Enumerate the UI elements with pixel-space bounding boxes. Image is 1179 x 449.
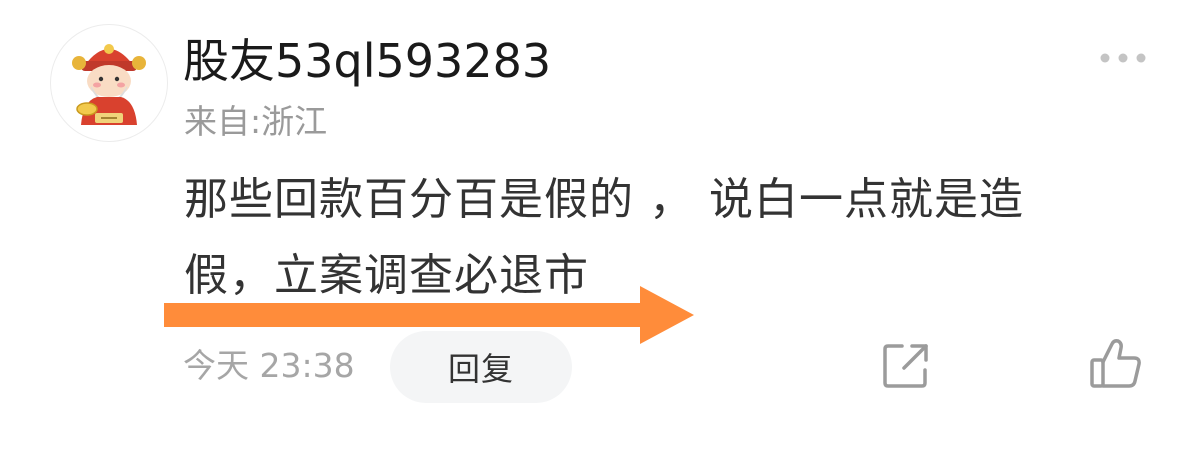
thumbs-up-icon[interactable] — [1088, 336, 1144, 392]
reply-button-label: 回复 — [447, 350, 514, 388]
more-dots-icon[interactable] — [1098, 48, 1148, 68]
avatar[interactable] — [50, 24, 168, 142]
reply-button[interactable]: 回复 — [390, 331, 572, 403]
author-name[interactable]: 股友53ql593283 — [183, 30, 551, 92]
comment-timestamp: 今天 23:38 — [183, 346, 355, 385]
share-icon[interactable] — [880, 340, 932, 392]
comment-text-line-1: 那些回款百分百是假的 ， 说白一点就是造 — [184, 174, 1024, 225]
fortune-god-avatar-icon — [72, 44, 146, 125]
author-location: 来自:浙江 — [184, 102, 328, 141]
